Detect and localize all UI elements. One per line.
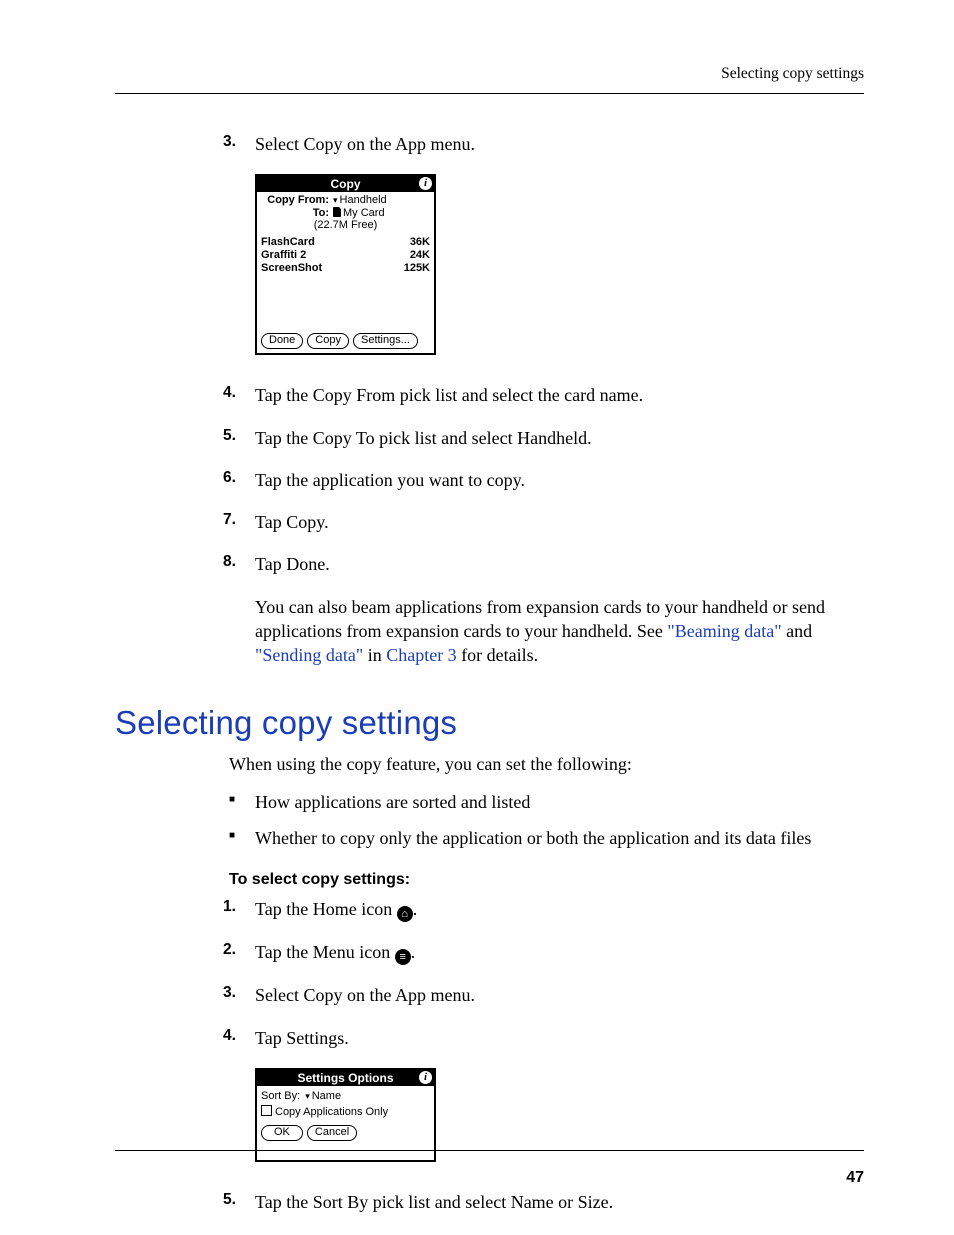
- step-text: Tap the Menu icon ≡.: [255, 940, 864, 965]
- step-text: Select Copy on the App menu.: [255, 132, 864, 156]
- checkbox-icon: [261, 1105, 272, 1116]
- step-b2: 2. Tap the Menu icon ≡.: [115, 940, 864, 965]
- step-text: Tap Settings.: [255, 1026, 864, 1050]
- step-number: 5.: [223, 1190, 236, 1211]
- follow-up-paragraph: You can also beam applications from expa…: [255, 595, 864, 668]
- list-item[interactable]: ScreenShot125K: [261, 262, 430, 275]
- card-icon: [333, 207, 341, 217]
- chapter-3-link[interactable]: Chapter 3: [386, 645, 456, 665]
- sending-data-link[interactable]: "Sending data": [255, 645, 363, 665]
- dialog-title: Copy: [331, 177, 361, 191]
- step-6: 6. Tap the application you want to copy.: [115, 468, 864, 492]
- cancel-button[interactable]: Cancel: [307, 1125, 357, 1141]
- step-number: 6.: [223, 468, 236, 489]
- step-text: Tap the Home icon ⌂.: [255, 897, 864, 922]
- running-header: Selecting copy settings: [115, 65, 864, 83]
- sort-by-picklist[interactable]: Name: [305, 1090, 341, 1102]
- step-text: Select Copy on the App menu.: [255, 983, 864, 1007]
- bullet-item: Whether to copy only the application or …: [229, 826, 864, 850]
- step-b3: 3. Select Copy on the App menu.: [115, 983, 864, 1007]
- step-number: 1.: [223, 897, 236, 918]
- copy-from-picklist[interactable]: Handheld: [333, 194, 387, 207]
- dialog-title-bar: Copy i: [257, 176, 434, 192]
- footer-rule: [115, 1150, 864, 1151]
- step-text: Tap the application you want to copy.: [255, 468, 864, 492]
- step-number: 3.: [223, 983, 236, 1004]
- step-number: 7.: [223, 510, 236, 531]
- free-space-text: (22.7M Free): [261, 219, 430, 232]
- step-5: 5. Tap the Copy To pick list and select …: [115, 426, 864, 450]
- step-text: Tap the Sort By pick list and select Nam…: [255, 1190, 864, 1214]
- bullet-item: How applications are sorted and listed: [229, 790, 864, 814]
- sort-by-label: Sort By:: [261, 1090, 300, 1102]
- step-4: 4. Tap the Copy From pick list and selec…: [115, 383, 864, 407]
- beaming-data-link[interactable]: "Beaming data": [667, 621, 781, 641]
- step-text: Tap the Copy To pick list and select Han…: [255, 426, 864, 450]
- step-number: 8.: [223, 552, 236, 573]
- header-rule: [115, 93, 864, 94]
- copy-dialog-screenshot: Copy i Copy From: Handheld To: My Card (…: [255, 174, 436, 355]
- step-b1: 1. Tap the Home icon ⌂.: [115, 897, 864, 922]
- step-b4: 4. Tap Settings.: [115, 1026, 864, 1050]
- step-7: 7. Tap Copy.: [115, 510, 864, 534]
- section-intro: When using the copy feature, you can set…: [229, 752, 864, 776]
- list-item[interactable]: Graffiti 224K: [261, 249, 430, 262]
- info-icon[interactable]: i: [419, 1071, 432, 1084]
- settings-button[interactable]: Settings...: [353, 333, 418, 349]
- ok-button[interactable]: OK: [261, 1125, 303, 1141]
- procedure-heading: To select copy settings:: [229, 871, 864, 889]
- copy-apps-only-checkbox[interactable]: Copy Applications Only: [261, 1105, 430, 1119]
- step-text: Tap Copy.: [255, 510, 864, 534]
- step-number: 3.: [223, 132, 236, 153]
- dialog-title-bar: Settings Options i: [257, 1070, 434, 1086]
- step-text: Tap Done.: [255, 552, 864, 576]
- copy-button[interactable]: Copy: [307, 333, 349, 349]
- file-list[interactable]: FlashCard36K Graffiti 224K ScreenShot125…: [261, 236, 430, 275]
- home-icon: ⌂: [397, 906, 413, 922]
- step-number: 4.: [223, 1026, 236, 1047]
- page-number: 47: [846, 1169, 864, 1187]
- step-number: 2.: [223, 940, 236, 961]
- step-number: 5.: [223, 426, 236, 447]
- step-8: 8. Tap Done.: [115, 552, 864, 576]
- step-b5: 5. Tap the Sort By pick list and select …: [115, 1190, 864, 1214]
- dialog-title: Settings Options: [298, 1071, 394, 1085]
- step-3: 3. Select Copy on the App menu.: [115, 132, 864, 156]
- section-heading: Selecting copy settings: [115, 704, 864, 742]
- info-icon[interactable]: i: [419, 177, 432, 190]
- step-number: 4.: [223, 383, 236, 404]
- settings-options-screenshot: Settings Options i Sort By: Name Copy Ap…: [255, 1068, 436, 1162]
- menu-icon: ≡: [395, 949, 411, 965]
- done-button[interactable]: Done: [261, 333, 303, 349]
- list-item[interactable]: FlashCard36K: [261, 236, 430, 249]
- copy-from-label: Copy From:: [261, 194, 333, 207]
- step-text: Tap the Copy From pick list and select t…: [255, 383, 864, 407]
